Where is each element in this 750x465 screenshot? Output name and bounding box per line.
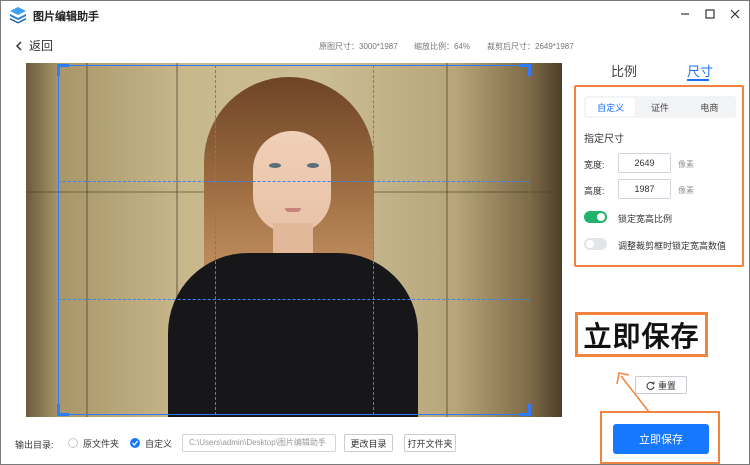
annotation-callout: 立即保存 [575,312,708,357]
back-label: 返回 [29,39,54,53]
output-path-input[interactable]: C:\Users\admin\Desktop\图片编辑助手 [182,434,336,452]
crop-handle-top-left[interactable] [57,64,69,76]
lock-ratio-label: 锁定宽高比例 [618,214,673,224]
open-folder-button[interactable]: 打开文件夹 [404,434,456,452]
refresh-icon [646,380,655,390]
output-dir-label: 输出目录: [15,440,54,450]
subtab-id-photo[interactable]: 证件 [635,98,684,116]
chevron-left-icon [15,40,22,51]
save-now-button[interactable]: 立即保存 [613,424,709,454]
crop-grid-line [58,181,530,182]
crop-frame[interactable] [58,65,530,415]
radio-custom-folder[interactable] [130,438,140,448]
minimize-button[interactable] [675,5,695,23]
width-label: 宽度: [584,160,605,170]
image-canvas[interactable] [26,63,562,417]
crop-grid-line [58,299,530,300]
check-icon [132,440,139,447]
reset-label: 重置 [657,380,676,391]
height-input[interactable]: 1987 [618,179,671,199]
subtab-ecommerce[interactable]: 电商 [685,98,734,116]
minimize-icon [681,13,689,15]
height-unit: 像素 [678,186,694,195]
toggle-knob [597,213,605,221]
crop-handle-bottom-right[interactable] [519,404,531,416]
crop-grid-line [215,65,216,415]
crop-handle-top-right[interactable] [519,64,531,76]
height-label: 高度: [584,186,605,196]
original-size-info: 原图尺寸：3000*1987 [319,42,398,51]
active-tab-indicator [687,79,709,81]
cropped-size-info: 裁剪后尺寸：2649*1987 [487,42,574,51]
width-unit: 像素 [678,160,694,169]
title-bar: 图片编辑助手 [1,1,749,29]
section-title: 指定尺寸 [584,134,624,145]
subtab-custom[interactable]: 自定义 [586,98,636,116]
maximize-button[interactable] [700,5,720,23]
tab-ratio[interactable]: 比例 [611,61,637,80]
zoom-info: 缩放比例：64% [414,42,471,51]
tab-size[interactable]: 尺寸 [687,61,713,80]
lock-ratio-toggle[interactable] [584,211,607,223]
width-input[interactable]: 2649 [618,153,671,173]
radio-custom-folder-label: 自定义 [145,439,173,449]
close-button[interactable] [725,5,745,23]
crop-handle-bottom-left[interactable] [57,404,69,416]
maximize-icon [705,9,715,19]
app-window: 图片编辑助手 返回 原图尺寸：3000*1987 缩放比例：64% 裁剪后尺寸：… [0,0,750,465]
app-logo-icon [10,7,26,24]
crop-grid-line [373,65,374,415]
lock-on-adjust-label: 调整裁剪框时锁定宽高数值 [618,241,727,251]
reset-button[interactable]: 重置 [635,376,687,394]
close-icon [730,9,740,19]
app-title: 图片编辑助手 [33,11,99,23]
size-subtabs: 自定义 证件 电商 [584,96,736,118]
lock-on-adjust-toggle[interactable] [584,238,607,250]
change-directory-button[interactable]: 更改目录 [344,434,393,452]
toggle-knob [586,240,594,248]
radio-original-folder[interactable] [68,438,78,448]
back-button[interactable]: 返回 [15,37,53,54]
radio-original-folder-label: 原文件夹 [83,439,120,449]
